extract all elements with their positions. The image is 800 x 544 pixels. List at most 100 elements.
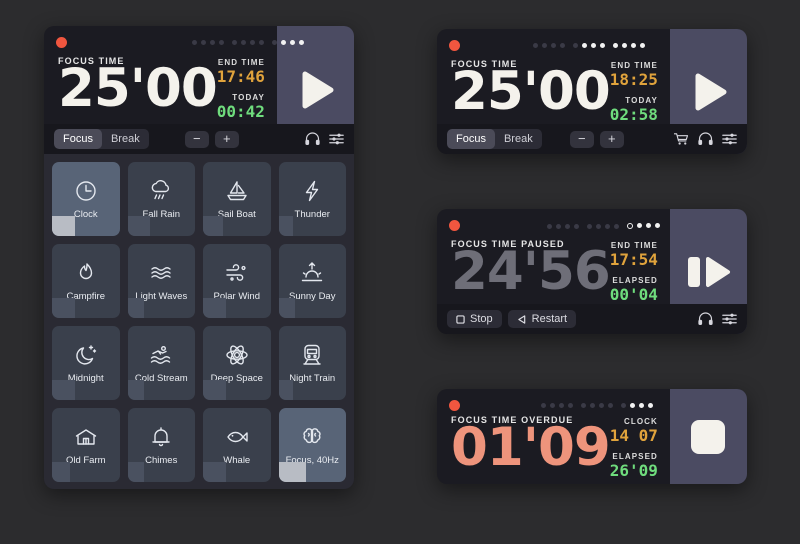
headphones-icon[interactable] [698,132,713,146]
headphones-icon[interactable] [305,132,320,146]
decrease-button[interactable]: − [184,130,209,148]
sunrise-icon [300,260,324,286]
sound-tile-focus-40hz[interactable]: Focus, 40Hz [278,408,346,482]
overdue-window[interactable]: FOCUS TIME OVERDUE 01'09 CLOCK 14 07 ELA… [437,389,747,484]
sound-tile-whale[interactable]: Whale [203,408,271,482]
tab-focus[interactable]: Focus [447,129,495,149]
duration-stepper[interactable]: − + [569,130,624,148]
stats-block: END TIME 17:54 ELAPSED 00'04 [610,239,670,310]
progress-dot-group [547,223,579,229]
equalizer-icon[interactable] [722,132,737,146]
main-window[interactable]: FOCUS TIME 25'00 END TIME 17:46 TODAY 00… [44,26,354,489]
close-red-icon[interactable] [449,220,460,231]
stat-value-today: 00:42 [216,101,265,121]
stop-button[interactable]: Stop [447,310,502,328]
stat-value-end-time: 17:46 [216,67,265,86]
play-icon[interactable] [289,64,341,116]
increase-button[interactable]: + [214,130,239,148]
sound-tile-chimes[interactable]: Chimes [127,408,195,482]
volume-level-indicator[interactable] [127,462,144,482]
sound-tile-midnight[interactable]: Midnight [52,326,120,400]
stat-label-elapsed: ELAPSED [612,275,658,285]
volume-level-indicator[interactable] [52,380,75,400]
atom-icon [225,342,249,368]
sound-tile-sail-boat[interactable]: Sail Boat [203,162,271,236]
sound-tile-deep-space[interactable]: Deep Space [203,326,271,400]
sound-tile-fall-rain[interactable]: Fall Rain [127,162,195,236]
sound-tile-label: Night Train [289,373,336,384]
transport-panel[interactable] [669,389,747,484]
volume-level-indicator[interactable] [203,216,224,236]
restart-button[interactable]: Restart [507,310,577,328]
progress-dot [655,223,660,228]
stat-label-clock: CLOCK [623,417,658,426]
sound-tile-campfire[interactable]: Campfire [52,244,120,318]
tab-break[interactable]: Break [495,129,542,149]
sound-tile-old-farm[interactable]: Old Farm [52,408,120,482]
bell-icon [149,424,173,450]
volume-level-indicator[interactable] [52,462,70,482]
progress-dot-group [573,43,605,48]
volume-level-indicator[interactable] [203,462,226,482]
progress-dot [582,43,587,48]
progress-dot [551,43,556,48]
volume-level-indicator[interactable] [203,380,226,400]
equalizer-icon[interactable] [329,132,344,146]
volume-level-indicator[interactable] [52,298,75,318]
sound-tile-polar-wind[interactable]: Polar Wind [203,244,271,318]
stop-rounded-icon[interactable] [684,413,732,461]
progress-dot [272,40,277,45]
progress-dot [631,43,636,48]
tab-focus[interactable]: Focus [54,129,102,149]
mode-tabs[interactable]: Focus Break [447,129,542,149]
progress-dot [600,43,605,48]
sound-tile-sunny-day[interactable]: Sunny Day [278,244,346,318]
volume-level-indicator[interactable] [278,380,294,400]
progress-dot [646,223,651,228]
barn-icon [74,424,98,450]
progress-dot [550,403,555,408]
footer-icons [674,132,737,146]
duration-stepper[interactable]: − + [184,130,239,148]
volume-level-indicator[interactable] [127,216,151,236]
compact-window[interactable]: FOCUS TIME 25'00 END TIME 18:25 TODAY 02… [437,29,747,154]
sound-tile-thunder[interactable]: Thunder [278,162,346,236]
volume-level-indicator[interactable] [52,216,75,236]
paused-window[interactable]: FOCUS TIME PAUSED 24'56 END TIME 17:54 E… [437,209,747,334]
mode-tabs[interactable]: Focus Break [54,129,149,149]
cart-icon[interactable] [674,132,689,146]
progress-dot [613,43,618,48]
volume-level-indicator[interactable] [127,380,144,400]
play-icon[interactable] [682,66,734,118]
close-red-icon[interactable] [56,37,67,48]
close-red-icon[interactable] [449,400,460,411]
equalizer-icon[interactable] [722,312,737,326]
decrease-button[interactable]: − [569,130,594,148]
progress-dot [299,40,304,45]
sound-tile-light-waves[interactable]: Light Waves [127,244,195,318]
progress-dot [608,403,613,408]
increase-button[interactable]: + [599,130,624,148]
volume-level-indicator[interactable] [278,298,295,318]
sound-tile-clock[interactable]: Clock [52,162,120,236]
clock-icon [74,178,98,204]
volume-level-indicator[interactable] [127,298,144,318]
headphones-icon[interactable] [698,312,713,326]
progress-dot [587,223,592,229]
tab-break[interactable]: Break [102,129,149,149]
sound-grid: Clock Fall Rain Sail Boat Thunder Campfire Li… [44,154,354,489]
sound-tile-night-train[interactable]: Night Train [278,326,346,400]
progress-dot [591,43,596,48]
timer-left-panel: FOCUS TIME OVERDUE 01'09 CLOCK 14 07 ELA… [437,389,670,484]
close-red-icon[interactable] [449,40,460,51]
sound-tile-cold-stream[interactable]: Cold Stream [127,326,195,400]
footer-icons [305,132,344,146]
footer-icons [698,312,737,326]
volume-level-indicator[interactable] [203,298,226,318]
pause-play-icon[interactable] [680,247,736,297]
sound-tile-label: Thunder [294,209,330,220]
progress-dot [565,223,570,229]
volume-level-indicator[interactable] [278,462,306,482]
sound-tile-label: Sail Boat [217,209,256,220]
volume-level-indicator[interactable] [278,216,294,236]
